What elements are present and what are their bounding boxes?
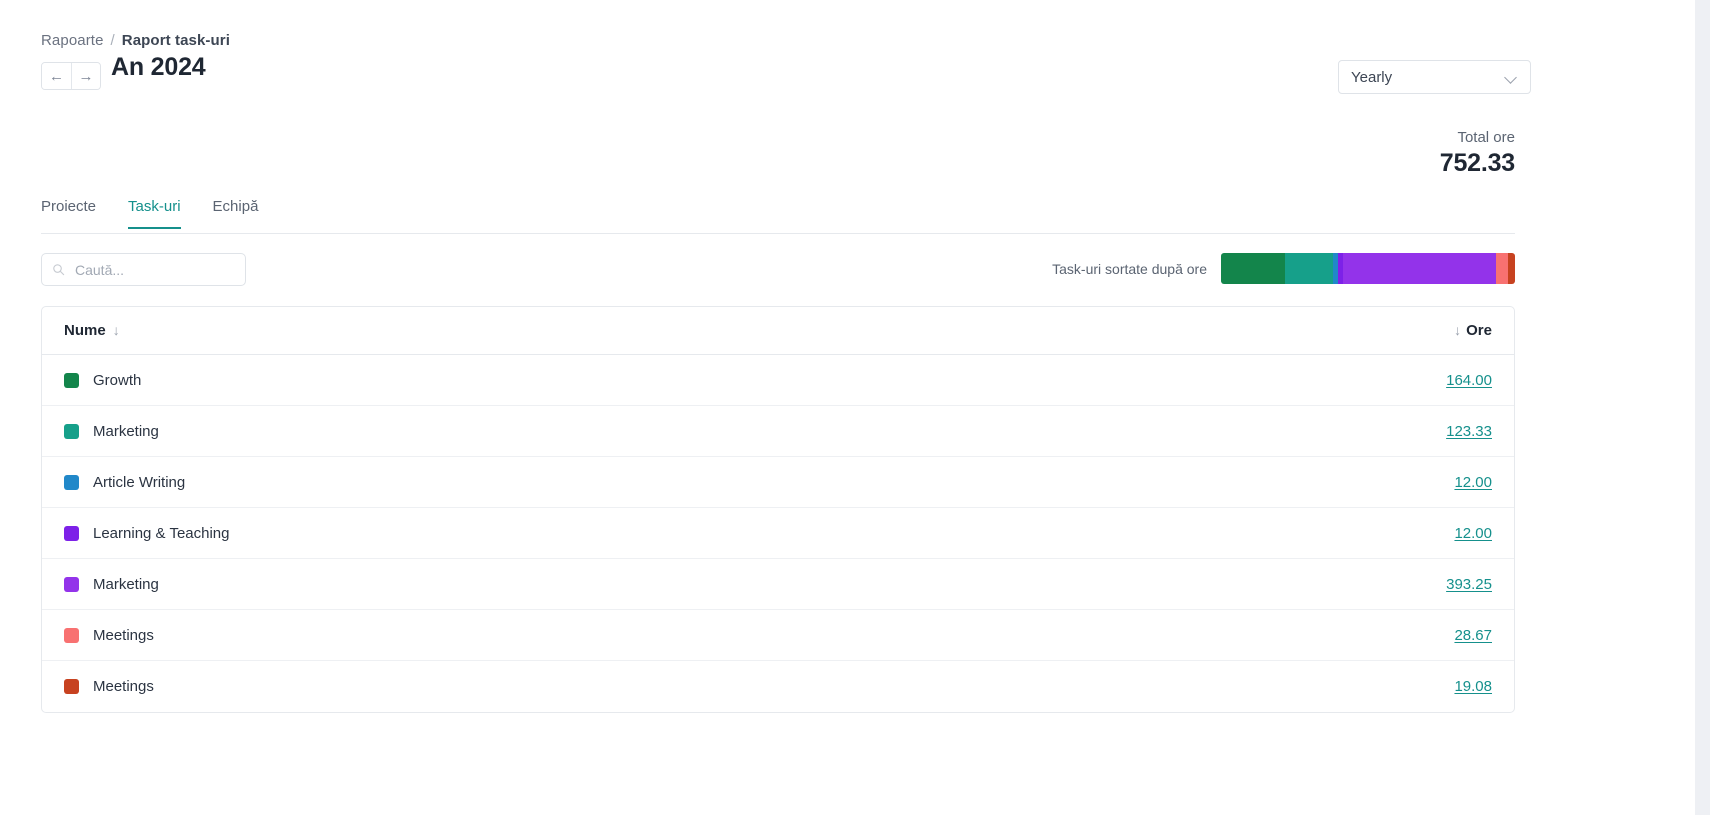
task-hours-cell: 28.67 — [1072, 609, 1514, 661]
stacked-bar-segment[interactable] — [1342, 253, 1497, 284]
table-row[interactable]: Growth 164.00 — [42, 354, 1514, 406]
color-swatch-icon — [64, 576, 79, 592]
task-hours-cell: 12.00 — [1072, 456, 1514, 508]
color-swatch-icon — [64, 474, 79, 490]
task-hours-link[interactable]: 19.08 — [1454, 678, 1492, 695]
task-hours-link[interactable]: 28.67 — [1454, 627, 1492, 644]
page-title: An 2024 — [111, 53, 206, 81]
task-name-label: Growth — [93, 371, 142, 389]
range-select[interactable]: Yearly — [1338, 60, 1531, 94]
task-hours-link[interactable]: 164.00 — [1446, 372, 1492, 389]
stacked-bar-segment[interactable] — [1507, 253, 1515, 284]
tab-proiecte[interactable]: Proiecte — [41, 198, 112, 228]
task-name-label: Meetings — [93, 677, 154, 695]
stacked-hours-bar[interactable] — [1221, 253, 1515, 284]
name-cell-content: Article Writing — [64, 474, 1050, 491]
task-name-label: Article Writing — [93, 473, 186, 491]
table-header-row: Nume ↓ ↓ Ore — [42, 307, 1514, 355]
previous-period-button[interactable]: ← — [42, 63, 71, 89]
color-swatch-icon — [64, 372, 79, 388]
task-name-cell: Marketing — [42, 558, 1073, 610]
task-name-cell: Growth — [42, 354, 1073, 406]
chevron-down-icon — [1505, 71, 1518, 84]
table-row[interactable]: Meetings 28.67 — [42, 609, 1514, 661]
column-header-hours[interactable]: ↓ Ore — [1072, 307, 1514, 355]
tab-echipa[interactable]: Echipă — [197, 198, 275, 228]
task-name-cell: Meetings — [42, 661, 1072, 712]
task-name-label: Meetings — [93, 626, 154, 644]
table-row[interactable]: Article Writing 12.00 — [42, 456, 1514, 508]
task-hours-link[interactable]: 393.25 — [1446, 576, 1492, 593]
column-header-hours-label: Ore — [1466, 322, 1492, 339]
name-cell-content: Marketing — [64, 576, 1050, 593]
search-icon — [53, 264, 65, 276]
table-row[interactable]: Learning & Teaching 12.00 — [42, 507, 1514, 559]
task-name-label: Learning & Teaching — [93, 524, 230, 542]
task-hours-cell: 123.33 — [1072, 405, 1514, 457]
tabs: Proiecte Task-uri Echipă — [41, 198, 1515, 234]
total-hours-value: 752.33 — [1439, 149, 1515, 177]
task-hours-cell: 19.08 — [1072, 661, 1514, 712]
breadcrumb-parent[interactable]: Rapoarte — [41, 32, 104, 49]
task-name-cell: Meetings — [42, 609, 1073, 661]
table-row[interactable]: Meetings 19.08 — [42, 661, 1514, 712]
column-header-name[interactable]: Nume ↓ — [42, 307, 1073, 355]
task-hours-link[interactable]: 123.33 — [1446, 423, 1492, 440]
task-hours-link[interactable]: 12.00 — [1454, 474, 1492, 491]
total-hours-block: Total ore 752.33 — [1440, 128, 1515, 178]
breadcrumb-separator: / — [110, 32, 115, 49]
legend-wrap: Task-uri sortate după ore — [1052, 253, 1515, 284]
sort-descending-icon: ↓ — [112, 322, 120, 338]
header-row: ← → An 2024 Yearly — [41, 53, 1695, 94]
name-cell-content: Growth — [64, 372, 1050, 389]
task-name-cell: Marketing — [42, 405, 1073, 457]
next-period-button[interactable]: → — [71, 63, 100, 89]
table-row[interactable]: Marketing 123.33 — [42, 405, 1514, 457]
task-name-cell: Learning & Teaching — [42, 507, 1073, 559]
search-box[interactable] — [41, 253, 246, 286]
report-page: Rapoarte / Raport task-uri ← → An 2024 Yea… — [0, 0, 1695, 815]
task-hours-cell: 164.00 — [1072, 354, 1514, 406]
range-select-value: Yearly — [1351, 68, 1393, 86]
stacked-bar-segment[interactable] — [1285, 253, 1334, 284]
breadcrumb: Rapoarte / Raport task-uri — [41, 32, 230, 49]
legend-label: Task-uri sortate după ore — [1052, 260, 1207, 277]
task-hours-cell: 393.25 — [1072, 558, 1514, 610]
page-edge — [1695, 0, 1710, 815]
stacked-bar-segment[interactable] — [1496, 253, 1508, 284]
sort-descending-icon: ↓ — [1454, 322, 1462, 338]
period-nav-group: ← → — [41, 62, 101, 90]
column-header-name-label: Nume — [64, 322, 106, 339]
name-cell-content: Meetings — [64, 678, 1050, 695]
task-hours-link[interactable]: 12.00 — [1454, 525, 1492, 542]
color-swatch-icon — [64, 678, 79, 694]
task-name-cell: Article Writing — [42, 456, 1073, 508]
color-swatch-icon — [64, 423, 79, 439]
task-name-label: Marketing — [93, 575, 159, 593]
name-cell-content: Meetings — [64, 627, 1050, 644]
task-name-label: Marketing — [93, 422, 159, 440]
name-cell-content: Learning & Teaching — [64, 525, 1050, 542]
search-input[interactable] — [73, 260, 235, 279]
tasks-table: Nume ↓ ↓ Ore Growth 164.00 Marketing 123.33 Ar… — [41, 306, 1515, 713]
color-swatch-icon — [64, 525, 79, 541]
tab-task-uri[interactable]: Task-uri — [112, 198, 197, 229]
name-cell-content: Marketing — [64, 423, 1050, 440]
task-hours-cell: 12.00 — [1072, 507, 1514, 559]
color-swatch-icon — [64, 627, 79, 643]
stacked-bar-segment[interactable] — [1221, 253, 1286, 284]
table-row[interactable]: Marketing 393.25 — [42, 558, 1514, 610]
total-hours-label: Total ore — [1457, 129, 1515, 146]
breadcrumb-current: Raport task-uri — [121, 32, 230, 49]
